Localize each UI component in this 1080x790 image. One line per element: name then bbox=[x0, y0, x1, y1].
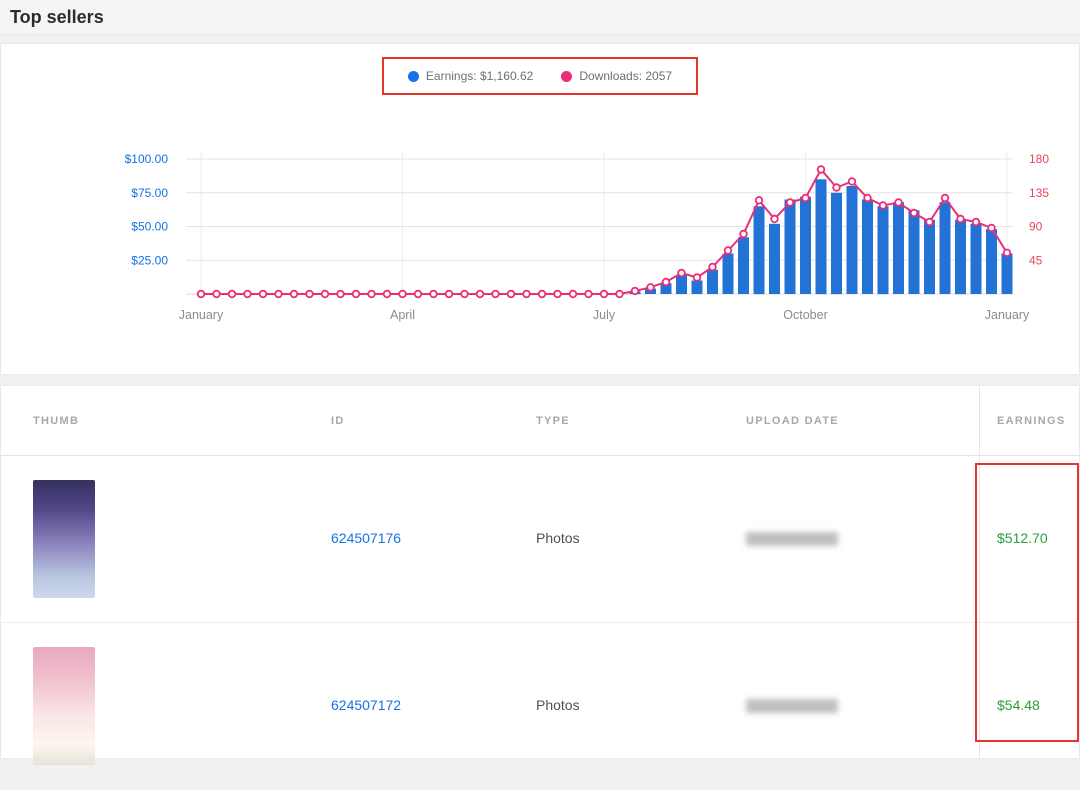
svg-text:45: 45 bbox=[1029, 253, 1043, 267]
svg-text:135: 135 bbox=[1029, 186, 1049, 200]
row-id-link[interactable]: 624507172 bbox=[331, 697, 401, 713]
table-row: 624507176 Photos $512.70 bbox=[1, 456, 1079, 623]
downloads-legend-dot bbox=[561, 70, 573, 82]
svg-text:January: January bbox=[985, 308, 1030, 322]
svg-text:$50.00: $50.00 bbox=[131, 220, 168, 234]
svg-text:$25.00: $25.00 bbox=[131, 253, 168, 267]
thumbnail-image[interactable] bbox=[33, 647, 95, 765]
row-earnings: $512.70 bbox=[997, 530, 1048, 546]
svg-text:April: April bbox=[390, 308, 415, 322]
svg-text:$75.00: $75.00 bbox=[131, 186, 168, 200]
top-sellers-table: THUMB ID TYPE UPLOAD DATE EARNINGS 62450… bbox=[0, 385, 1080, 790]
column-header-upload-date: UPLOAD DATE bbox=[746, 414, 839, 427]
legend-annotation-box: Earnings: $1,160.62 Downloads: 2057 bbox=[381, 57, 699, 95]
row-id-link[interactable]: 624507176 bbox=[331, 530, 401, 546]
page-title: Top sellers bbox=[10, 6, 104, 27]
svg-text:180: 180 bbox=[1029, 152, 1049, 166]
svg-text:90: 90 bbox=[1029, 220, 1043, 234]
table-header-row: THUMB ID TYPE UPLOAD DATE EARNINGS bbox=[1, 386, 1079, 456]
svg-text:October: October bbox=[783, 308, 827, 322]
svg-text:$100.00: $100.00 bbox=[125, 152, 169, 166]
svg-text:July: July bbox=[593, 308, 616, 322]
row-type: Photos bbox=[536, 697, 580, 713]
table-row: 624507172 Photos $54.48 bbox=[1, 623, 1079, 790]
row-earnings: $54.48 bbox=[997, 697, 1040, 713]
earnings-legend-label: Earnings: $1,160.62 bbox=[425, 69, 534, 83]
column-header-earnings: EARNINGS bbox=[997, 414, 1066, 427]
column-header-thumb: THUMB bbox=[33, 414, 80, 427]
page-header: Top sellers bbox=[0, 0, 1080, 35]
legend-item-downloads: Downloads: 2057 bbox=[561, 69, 672, 83]
legend-item-earnings: Earnings: $1,160.62 bbox=[407, 69, 534, 83]
column-header-id: ID bbox=[331, 414, 345, 427]
downloads-legend-label: Downloads: 2057 bbox=[579, 69, 673, 83]
earnings-column-divider bbox=[979, 386, 980, 758]
column-header-type: TYPE bbox=[536, 414, 570, 427]
thumbnail-image[interactable] bbox=[33, 480, 95, 598]
earnings-downloads-chart: $25.00 45 $50.00 90 $75.00 135 $100.00 180 Janua… bbox=[125, 151, 1049, 322]
chart-legend: Earnings: $1,160.62 Downloads: 2057 bbox=[1, 44, 1079, 95]
upload-date-redacted bbox=[746, 699, 838, 713]
svg-text:January: January bbox=[179, 308, 224, 322]
chart-card: Earnings: $1,160.62 Downloads: 2057 $25.… bbox=[0, 43, 1080, 375]
earnings-legend-dot bbox=[407, 70, 419, 82]
row-type: Photos bbox=[536, 530, 580, 546]
upload-date-redacted bbox=[746, 532, 838, 546]
